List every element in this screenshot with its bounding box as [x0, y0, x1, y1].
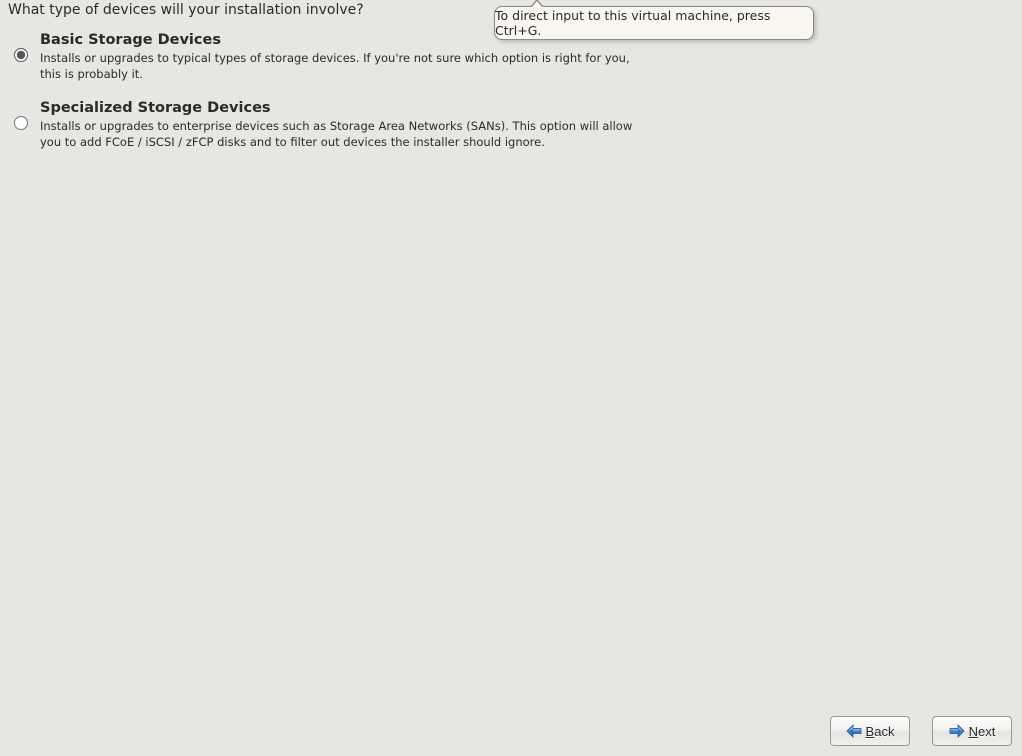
vm-hint-tooltip: To direct input to this virtual machine,…: [494, 6, 814, 40]
next-button[interactable]: Next: [932, 716, 1012, 746]
footer-nav: Back Next: [830, 716, 1012, 746]
option-specialized-desc: Installs or upgrades to enterprise devic…: [40, 119, 640, 150]
option-specialized-title: Specialized Storage Devices: [40, 100, 1014, 116]
radio-specialized[interactable]: [14, 116, 28, 130]
back-button-label: Back: [866, 724, 895, 739]
option-basic-desc: Installs or upgrades to typical types of…: [40, 51, 640, 82]
arrow-left-icon: [846, 724, 862, 738]
radio-basic[interactable]: [14, 48, 28, 62]
tooltip-pointer-icon: [530, 0, 544, 7]
back-button[interactable]: Back: [830, 716, 910, 746]
tooltip-text: To direct input to this virtual machine,…: [495, 8, 813, 38]
arrow-right-icon: [949, 724, 965, 738]
next-button-label: Next: [969, 724, 996, 739]
option-specialized[interactable]: Specialized Storage Devices Installs or …: [8, 100, 1014, 150]
